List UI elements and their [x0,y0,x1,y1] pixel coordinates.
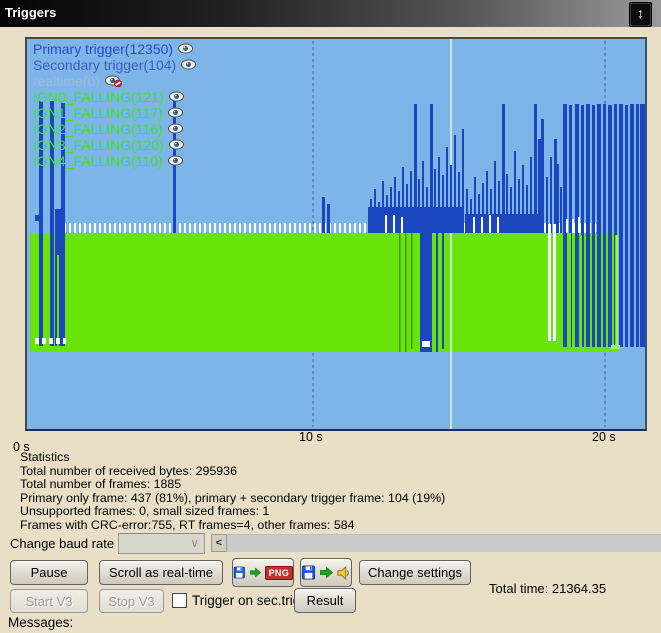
stats-line-4: Unsupported frames: 0, small sized frame… [20,505,445,519]
save-audio-button[interactable] [300,558,352,587]
save-png-button[interactable]: PNG [232,558,294,587]
legend-item-4: IGN1_FALLING(117) [33,105,198,121]
result-label: Result [307,593,344,608]
trigger-on-sectrig-row: Trigger on sec.trig [172,593,300,608]
legend-label: IGN1_FALLING(117) [33,105,163,121]
baud-rate-select[interactable]: ∨ [118,533,205,554]
eye-visible-icon[interactable] [178,43,195,55]
floppy-disk-icon [233,565,246,580]
eye-visible-icon[interactable] [168,155,185,167]
scroll-as-realtime-label: Scroll as real-time [109,565,213,580]
legend-item-3: IGN0_FALLING(121) [33,89,198,105]
legend-label: Primary trigger(12350) [33,41,173,57]
scrollbar-left-arrow[interactable]: < [211,534,227,552]
left-arrow-icon: < [216,537,222,549]
chevron-down-icon: ∨ [190,536,199,550]
title-bar: Triggers ↕ [0,0,661,27]
eye-hidden-icon[interactable] [105,75,122,87]
trigger-on-sectrig-label: Trigger on sec.trig [192,593,300,608]
collapse-window-button[interactable]: ↕ [629,2,652,27]
floppy-disk-icon [301,565,316,580]
eye-visible-icon[interactable] [168,107,185,119]
legend-label: IGN0_FALLING(121) [33,89,164,105]
green-arrow-icon [250,567,261,578]
trigger-timeline-chart: Primary trigger(12350)Secondary trigger(… [25,37,647,431]
pause-label: Pause [31,565,68,580]
triggers-window: Triggers ↕ Primary trigger(12350)Seconda… [0,0,661,633]
result-button[interactable]: Result [294,588,356,613]
total-time-value: Total time: 21364.35 [489,581,606,596]
start-v3-button[interactable]: Start V3 [10,589,88,613]
stats-line-2: Total number of frames: 1885 [20,478,445,492]
stop-v3-label: Stop V3 [108,594,154,609]
change-settings-label: Change settings [368,565,462,580]
legend-item-5: IGN2_FALLING(116) [33,121,198,137]
stop-v3-button[interactable]: Stop V3 [99,589,164,613]
legend-label: Secondary trigger(104) [33,57,176,73]
stats-line-3: Primary only frame: 437 (81%), primary +… [20,492,445,506]
updown-arrow-icon: ↕ [637,5,644,21]
messages-label: Messages: [8,615,73,630]
speaker-icon [337,566,351,580]
legend-label: IGN4_FALLING(110) [33,153,163,169]
window-title: Triggers [5,5,56,20]
start-v3-label: Start V3 [26,594,73,609]
legend-label: IGN3_FALLING(120) [33,137,164,153]
x-tick-10s: 10 s [299,430,323,444]
pause-button[interactable]: Pause [10,560,88,585]
chart-legend: Primary trigger(12350)Secondary trigger(… [33,41,198,169]
x-tick-20s: 20 s [592,430,616,444]
legend-item-2: realtime(0) [33,73,198,89]
eye-visible-icon[interactable] [169,91,186,103]
horizontal-scrollbar[interactable] [227,534,661,552]
legend-item-1: Secondary trigger(104) [33,57,198,73]
change-baud-rate-label: Change baud rate [10,536,114,551]
green-arrow-icon [320,567,333,578]
stats-title: Statistics [20,451,445,465]
trigger-on-sectrig-checkbox[interactable] [172,593,187,608]
eye-visible-icon[interactable] [181,59,198,71]
eye-visible-icon[interactable] [169,139,186,151]
statistics-block: Statistics Total number of received byte… [20,451,445,532]
eye-visible-icon[interactable] [168,123,185,135]
stats-line-1: Total number of received bytes: 295936 [20,465,445,479]
legend-label: IGN2_FALLING(116) [33,121,163,137]
legend-item-7: IGN4_FALLING(110) [33,153,198,169]
stats-line-5: Frames with CRC-error:755, RT frames=4, … [20,519,445,533]
legend-label: realtime(0) [33,73,100,89]
change-settings-button[interactable]: Change settings [359,560,471,585]
legend-item-6: IGN3_FALLING(120) [33,137,198,153]
png-badge: PNG [265,566,293,580]
scroll-as-realtime-button[interactable]: Scroll as real-time [99,560,223,585]
legend-item-0: Primary trigger(12350) [33,41,198,57]
